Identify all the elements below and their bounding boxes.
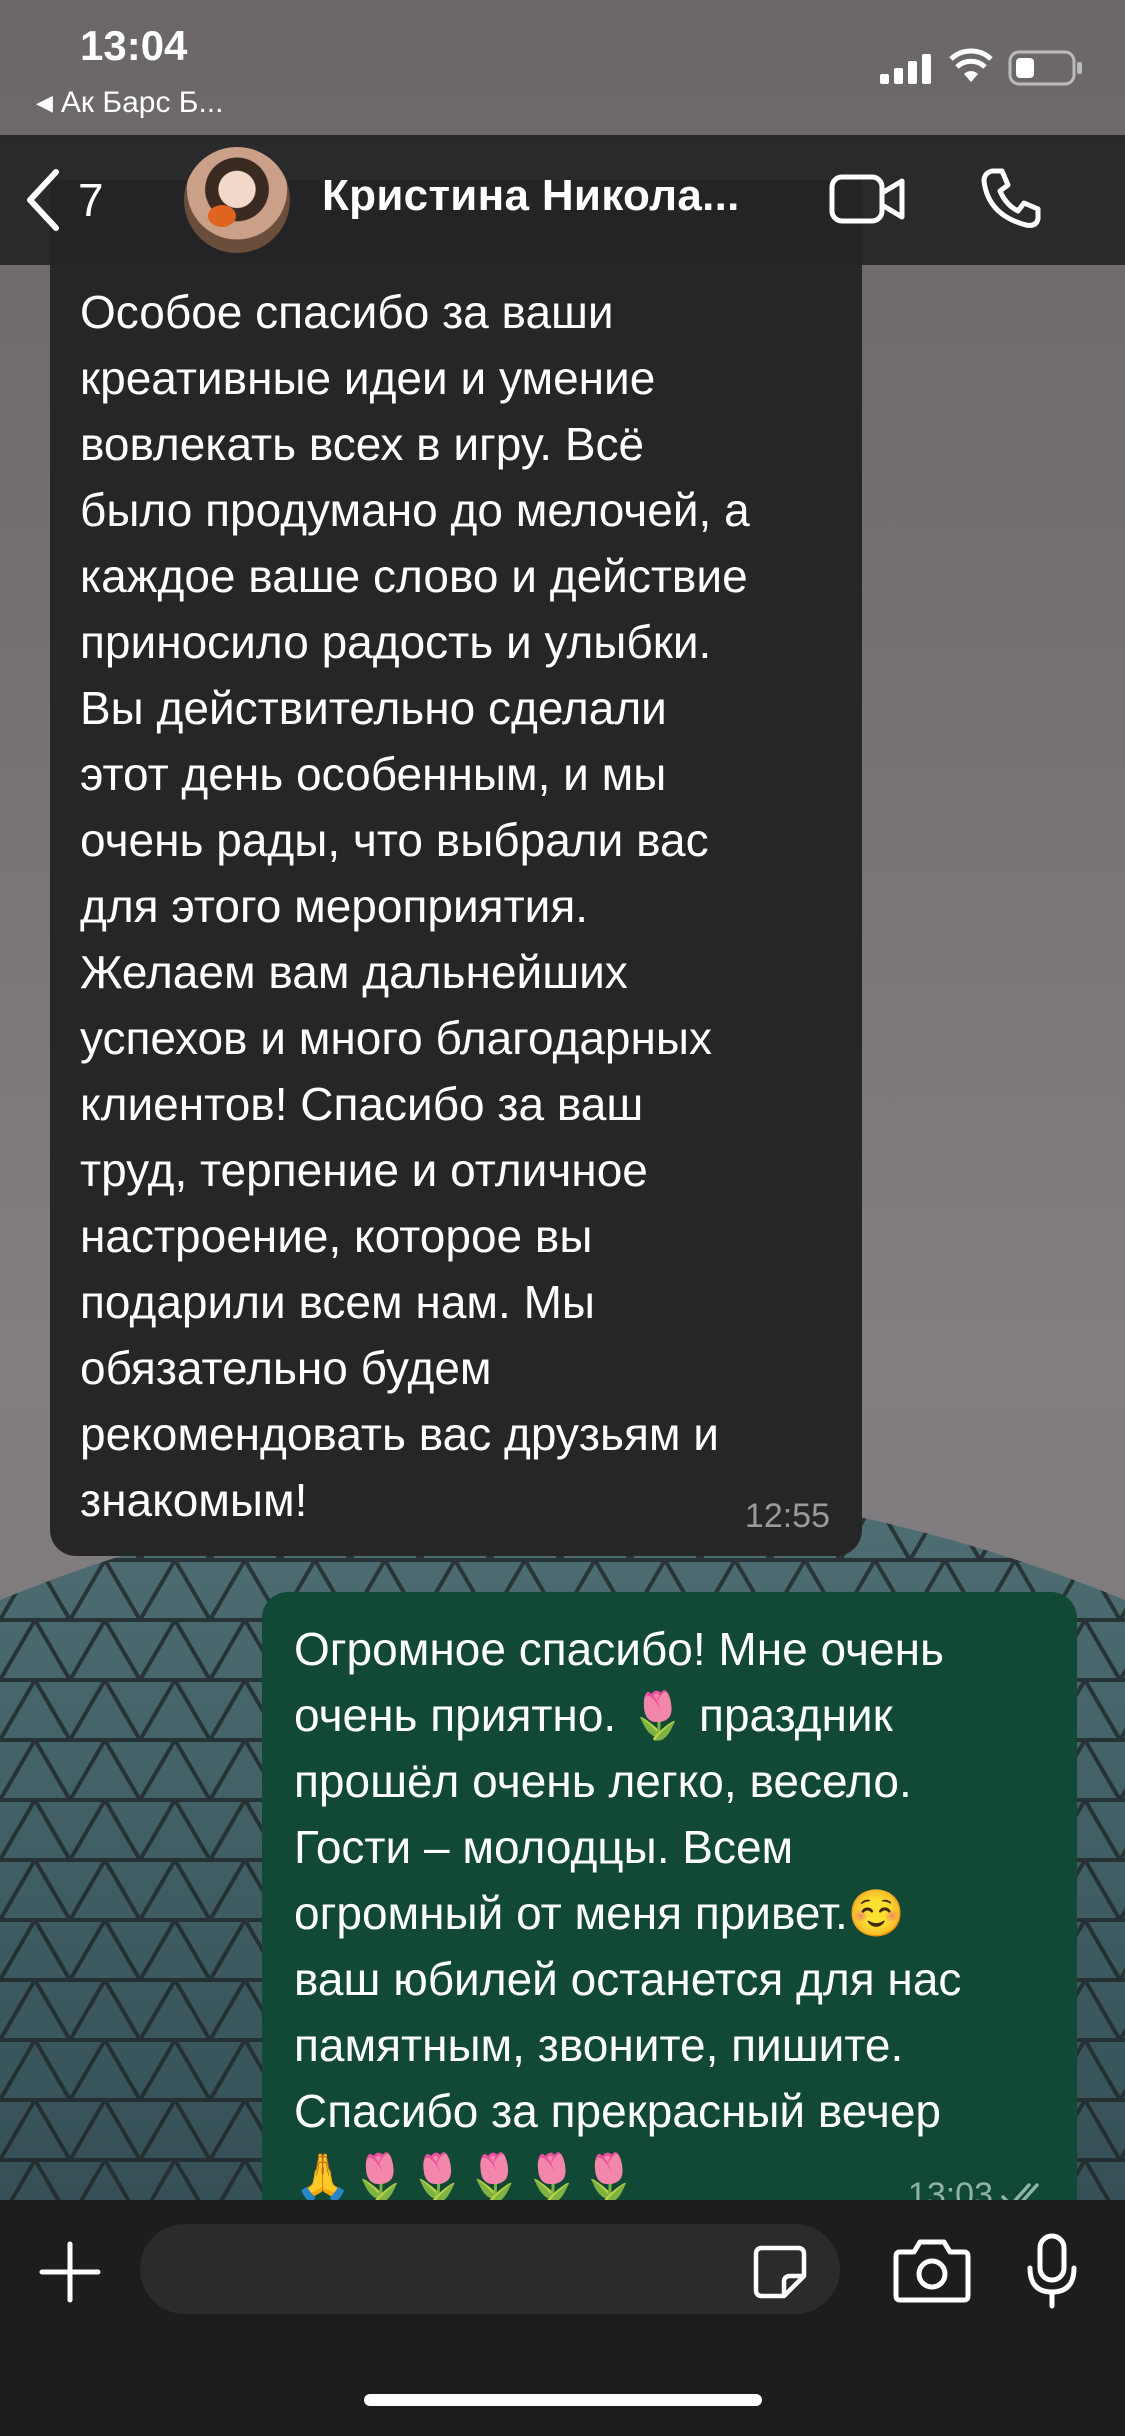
video-call-button[interactable]	[828, 169, 908, 234]
video-camera-icon	[829, 174, 905, 224]
back-app-label: Ак Барс Б...	[60, 86, 224, 119]
status-bar: 13:04 ◀ Ак Барс Б...	[0, 0, 1125, 135]
sticker-button[interactable]	[752, 2244, 808, 2305]
message-input[interactable]	[140, 2224, 840, 2314]
camera-icon	[893, 2239, 971, 2303]
wifi-icon	[949, 48, 993, 82]
microphone-button[interactable]	[1024, 2232, 1080, 2317]
outgoing-message-bubble[interactable]: Огромное спасибо! Мне очень очень приятн…	[262, 1592, 1077, 2216]
incoming-message-bubble[interactable]: Особое спасибо за ваши креативные идеи и…	[50, 180, 862, 1556]
incoming-message-time: 12:55	[744, 1497, 830, 1535]
back-to-app-link[interactable]: ◀ Ак Барс Б...	[36, 86, 223, 120]
contact-name[interactable]: Кристина Никола...	[322, 171, 740, 221]
chat-header: 7 Кристина Никола...	[0, 135, 1125, 265]
outgoing-message-text: Огромное спасибо! Мне очень очень приятн…	[294, 1623, 962, 2203]
sticker-icon	[753, 2245, 807, 2299]
back-arrow-small-icon: ◀	[36, 90, 53, 115]
status-time: 13:04	[80, 22, 188, 69]
phone-icon	[981, 168, 1041, 228]
camera-button[interactable]	[892, 2236, 972, 2309]
attach-button[interactable]	[38, 2240, 102, 2309]
battery-icon	[1008, 50, 1082, 86]
microphone-icon	[1027, 2233, 1077, 2309]
home-indicator[interactable]	[364, 2394, 762, 2406]
avatar-flower	[208, 205, 236, 227]
contact-avatar[interactable]	[184, 147, 290, 253]
plus-icon	[39, 2241, 101, 2303]
back-button[interactable]: 7	[22, 165, 104, 235]
unread-count: 7	[78, 174, 104, 226]
voice-call-button[interactable]	[978, 165, 1044, 236]
incoming-message-text: Особое спасибо за ваши креативные идеи и…	[80, 286, 750, 1526]
cellular-signal-icon	[880, 54, 931, 84]
chevron-left-icon	[27, 169, 59, 231]
